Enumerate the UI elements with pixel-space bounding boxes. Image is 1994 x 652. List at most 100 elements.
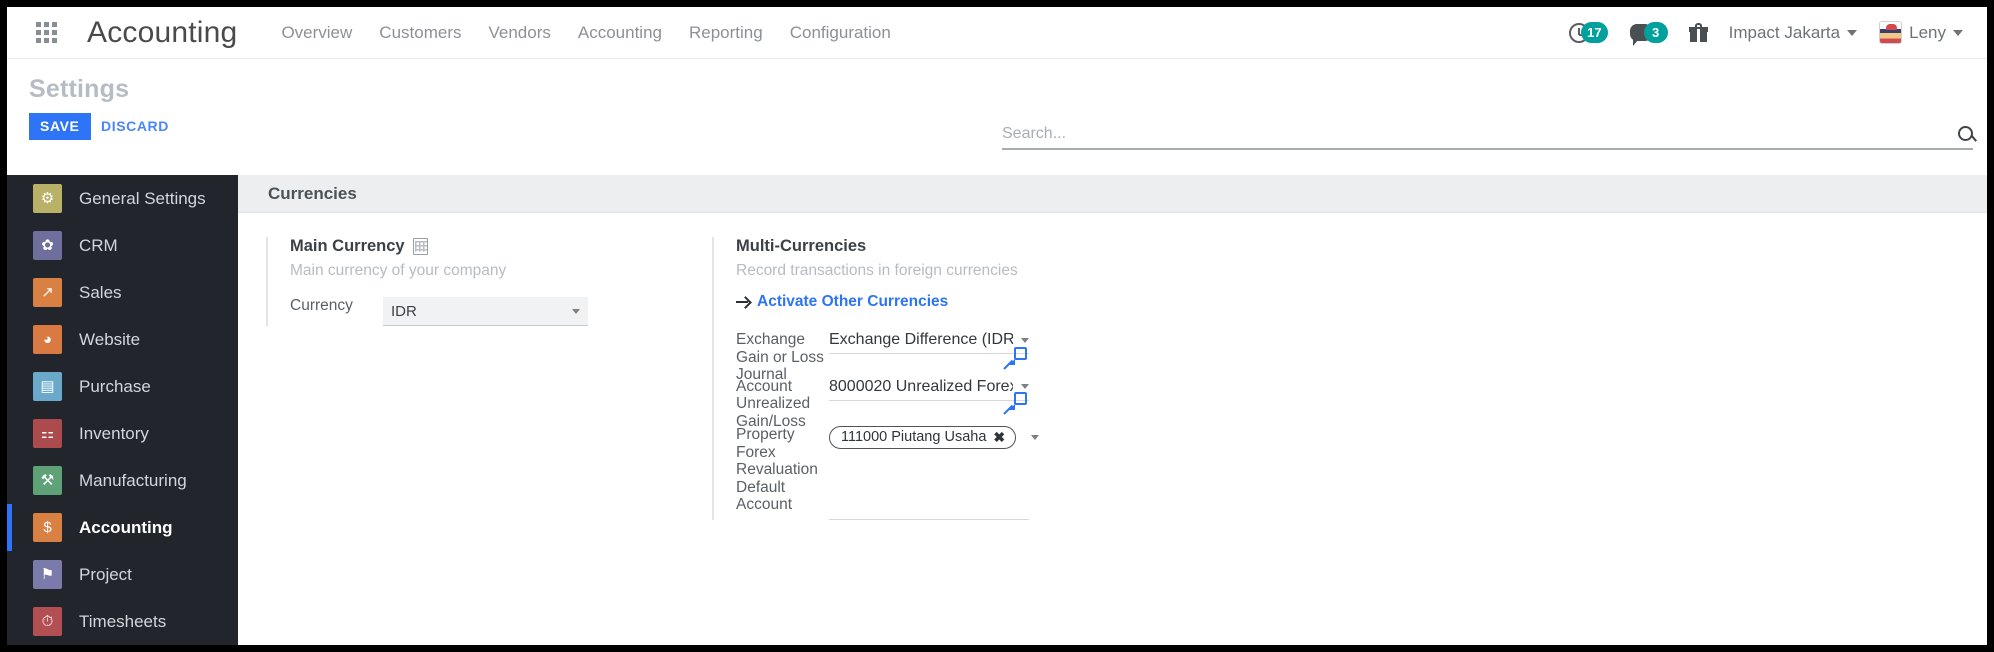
unrealized-account-value: 8000020 Unrealized Forex G — [829, 377, 1013, 395]
exchange-journal-field-row: Exchange Gain or Loss Journal Exchange D… — [736, 331, 1230, 384]
credit-card-icon: ▤ — [33, 372, 62, 401]
app-brand-title[interactable]: Accounting — [87, 16, 237, 50]
search-input[interactable] — [1002, 125, 1958, 143]
chevron-down-icon — [1953, 29, 1963, 36]
sidebar-item-label: Inventory — [79, 423, 149, 443]
sidebar-item-manufacturing[interactable]: ⚒ Manufacturing — [7, 457, 238, 504]
multi-currencies-title: Multi-Currencies — [736, 237, 1230, 256]
chevron-down-icon — [1847, 29, 1858, 36]
currency-select[interactable]: IDR — [383, 297, 588, 326]
menu-item-overview[interactable]: Overview — [281, 23, 352, 43]
activities-menu[interactable]: 17 — [1569, 22, 1608, 43]
activate-other-currencies-link[interactable]: Activate Other Currencies — [736, 293, 1230, 311]
unrealized-account-label: Account Unrealized Gain/Loss — [736, 377, 811, 430]
multi-currencies-description: Record transactions in foreign currencie… — [736, 262, 1018, 279]
settings-content: Currencies Main Currency Main currency o… — [238, 175, 1987, 645]
main-currency-label: Main Currency — [290, 237, 405, 255]
sidebar-item-label: CRM — [79, 235, 118, 255]
section-title: Currencies — [268, 183, 357, 203]
exchange-journal-value: Exchange Difference (IDR) — [829, 331, 1013, 348]
section-header-currencies: Currencies — [238, 175, 1987, 213]
sidebar-item-label: Website — [79, 329, 141, 349]
currency-select-value: IDR — [391, 302, 417, 320]
field-underline — [829, 502, 1029, 520]
messages-badge: 3 — [1643, 22, 1668, 43]
avatar — [1879, 21, 1903, 44]
discard-button[interactable]: DISCARD — [95, 113, 175, 140]
forex-revaluation-account-field-row: Property Forex Revaluation Default Accou… — [736, 426, 1230, 520]
menu-item-reporting[interactable]: Reporting — [689, 23, 763, 43]
chevron-down-icon — [1021, 384, 1029, 389]
page-title: Settings — [29, 75, 130, 103]
sidebar-item-label: Purchase — [79, 376, 151, 396]
apps-grid-icon[interactable] — [35, 22, 57, 44]
multi-currency-fields: Exchange Gain or Loss Journal Exchange D… — [736, 331, 1230, 520]
menu-item-customers[interactable]: Customers — [379, 23, 461, 43]
handshake-icon: ✿ — [33, 231, 62, 260]
sidebar-item-project[interactable]: ⚑ Project — [7, 551, 238, 598]
main-currency-description: Main currency of your company — [290, 262, 507, 279]
sidebar-item-label: Sales — [79, 282, 122, 302]
user-name: Leny — [1909, 22, 1946, 42]
sidebar-item-purchase[interactable]: ▤ Purchase — [7, 363, 238, 410]
exchange-journal-label: Exchange Gain or Loss Journal — [736, 331, 824, 383]
unrealized-account-select[interactable]: 8000020 Unrealized Forex G — [829, 378, 1029, 401]
chevron-down-icon — [1021, 337, 1029, 343]
forex-revaluation-account-label: Property Forex Revaluation Default Accou… — [736, 426, 818, 513]
company-building-icon — [412, 238, 428, 255]
user-menu[interactable]: Leny — [1879, 21, 1963, 44]
invoice-icon: $ — [33, 513, 62, 542]
sidebar-item-general-settings[interactable]: ⚙ General Settings — [7, 175, 238, 222]
chevron-down-icon — [1031, 435, 1039, 440]
setting-main-currency: Main Currency Main currency of your comp… — [266, 237, 666, 326]
setting-multi-currencies: Multi-Currencies Record transactions in … — [670, 237, 1230, 520]
search-bar — [1002, 125, 1973, 150]
sidebar-item-accounting[interactable]: $ Accounting — [7, 504, 238, 551]
sidebar-item-timesheets[interactable]: ⏱ Timesheets — [7, 598, 238, 645]
menu-item-vendors[interactable]: Vendors — [488, 23, 550, 43]
account-tag[interactable]: 111000 Piutang Usaha ✖ — [829, 426, 1017, 449]
search-icon[interactable] — [1958, 126, 1973, 141]
main-menu: Overview Customers Vendors Accounting Re… — [281, 23, 890, 43]
account-tag-label: 111000 Piutang Usaha — [841, 429, 987, 445]
systray: 17 3 Impact Jakarta Leny — [1569, 21, 1963, 46]
sidebar-item-crm[interactable]: ✿ CRM — [7, 222, 238, 269]
save-button[interactable]: SAVE — [29, 113, 91, 140]
wrench-icon: ⚒ — [33, 466, 62, 495]
currency-field-label: Currency — [290, 297, 353, 314]
globe-icon: ◕ — [33, 325, 62, 354]
currency-field-row: Currency IDR — [290, 297, 666, 326]
multi-currencies-label: Multi-Currencies — [736, 237, 867, 255]
settings-sidebar: ⚙ General Settings ✿ CRM ↗ Sales ◕ Websi… — [7, 175, 238, 645]
chart-line-icon: ↗ — [33, 278, 62, 307]
menu-item-configuration[interactable]: Configuration — [790, 23, 891, 43]
unrealized-account-field-row: Account Unrealized Gain/Loss 8000020 Unr… — [736, 378, 1230, 431]
sidebar-item-label: General Settings — [79, 188, 206, 208]
activate-link-label: Activate Other Currencies — [757, 293, 949, 310]
project-icon: ⚑ — [33, 560, 62, 589]
remove-tag-icon[interactable]: ✖ — [993, 430, 1005, 444]
sidebar-item-website[interactable]: ◕ Website — [7, 316, 238, 363]
exchange-journal-select[interactable]: Exchange Difference (IDR) — [829, 331, 1029, 354]
sidebar-item-label: Timesheets — [79, 611, 167, 631]
open-box-icon: ⚏ — [33, 419, 62, 448]
gear-icon: ⚙ — [33, 184, 62, 213]
stopwatch-icon: ⏱ — [33, 607, 62, 636]
sidebar-item-label: Project — [79, 564, 132, 584]
messaging-menu[interactable]: 3 — [1629, 22, 1668, 46]
main-currency-title: Main Currency — [290, 237, 666, 256]
sidebar-item-label: Manufacturing — [79, 470, 187, 490]
sidebar-item-inventory[interactable]: ⚏ Inventory — [7, 410, 238, 457]
menu-item-accounting[interactable]: Accounting — [578, 23, 662, 43]
company-name: Impact Jakarta — [1728, 22, 1841, 42]
settings-grid: Main Currency Main currency of your comp… — [238, 213, 1987, 520]
activities-badge: 17 — [1581, 22, 1608, 43]
control-panel: Settings SAVE DISCARD — [7, 59, 1987, 150]
gift-icon[interactable] — [1688, 23, 1708, 42]
forex-revaluation-account-select[interactable]: 111000 Piutang Usaha ✖ — [829, 426, 1039, 450]
sidebar-item-sales[interactable]: ↗ Sales — [7, 269, 238, 316]
top-navbar: Accounting Overview Customers Vendors Ac… — [7, 7, 1987, 59]
chevron-down-icon — [572, 308, 580, 314]
multi-currencies-checkbox[interactable] — [670, 239, 686, 255]
company-switcher[interactable]: Impact Jakarta — [1729, 23, 1858, 43]
